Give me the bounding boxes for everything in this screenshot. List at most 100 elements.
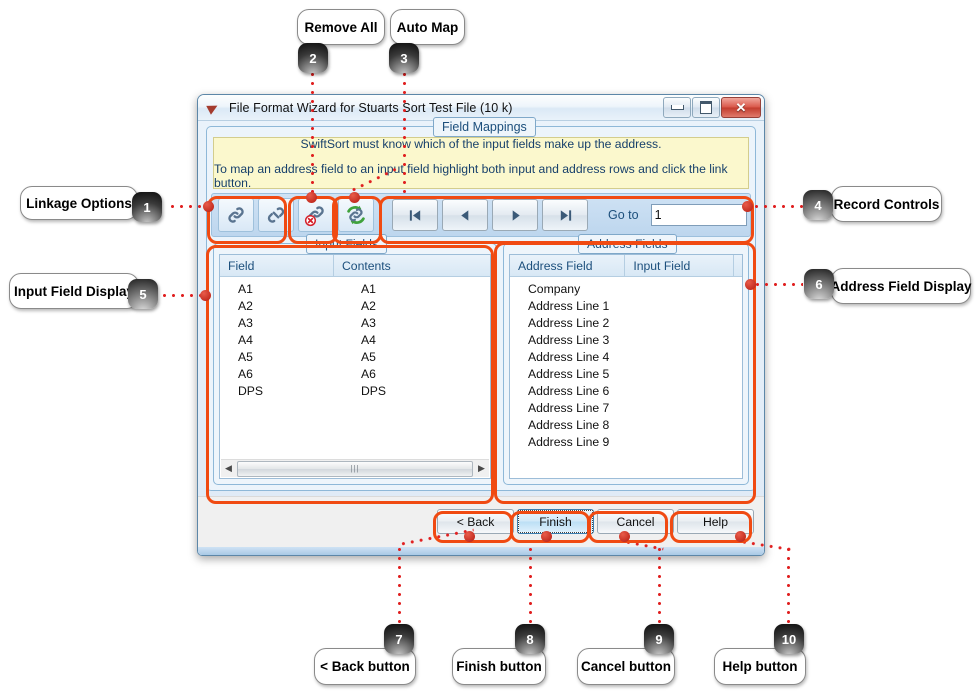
column-header-address-field: Address Field xyxy=(510,255,626,276)
callout-badge-2: 2 xyxy=(298,43,328,73)
cell-input-field xyxy=(640,399,742,416)
scroll-right-icon[interactable]: ▶ xyxy=(474,461,489,476)
first-record-icon xyxy=(409,209,420,221)
callout-label: Remove All xyxy=(304,19,378,35)
cell-address-field: Address Line 6 xyxy=(528,383,610,398)
connector-6 xyxy=(753,283,803,286)
remove-all-link-icon xyxy=(304,206,324,227)
callout-address-field-display: Address Field Display xyxy=(830,268,972,304)
previous-record-icon xyxy=(460,209,468,221)
table-row[interactable]: DPS DPS xyxy=(220,382,490,399)
unlink-icon xyxy=(267,207,285,223)
finish-button-label: Finish xyxy=(518,510,593,533)
cell-input-field xyxy=(640,416,742,433)
table-row[interactable]: Address Line 9 xyxy=(510,433,742,450)
callout-label: Linkage Options xyxy=(26,195,132,211)
app-arrow-icon xyxy=(207,101,221,115)
close-icon: ✕ xyxy=(735,99,747,115)
cell-address-field: Address Line 1 xyxy=(528,298,610,313)
table-row[interactable]: Address Line 3 xyxy=(510,331,742,348)
connector-endpoint-6 xyxy=(745,279,756,290)
connector-2 xyxy=(311,70,314,196)
maximize-button[interactable] xyxy=(692,97,720,118)
cell-address-field: Address Line 2 xyxy=(528,315,610,330)
connector-endpoint-2 xyxy=(306,192,317,203)
window-client-area: Field Mappings SwiftSort must know which… xyxy=(198,117,764,555)
input-fields-header: Field Contents xyxy=(220,255,490,277)
table-row[interactable]: Address Line 2 xyxy=(510,314,742,331)
link-button[interactable] xyxy=(218,198,254,232)
table-row[interactable]: Address Line 4 xyxy=(510,348,742,365)
table-row[interactable]: A1 A1 xyxy=(220,280,490,297)
minimize-icon xyxy=(670,105,684,110)
table-row[interactable]: Address Line 8 xyxy=(510,416,742,433)
connector-endpoint-8 xyxy=(541,531,552,542)
cell-field: A3 xyxy=(238,315,253,330)
cell-address-field: Company xyxy=(528,281,581,296)
unlink-button[interactable] xyxy=(258,198,294,232)
back-button[interactable]: < Back xyxy=(437,509,514,534)
close-button[interactable]: ✕ xyxy=(721,97,761,118)
input-fields-rows: A1 A1 A2 A2 A3 A3 A4 A4 A5 A5 A6 A6 DPS DPS xyxy=(220,277,490,399)
cell-address-field: Address Line 3 xyxy=(528,332,610,347)
connector-9 xyxy=(658,545,661,627)
last-record-button[interactable] xyxy=(542,199,588,231)
address-fields-listbox[interactable]: Address Field Input Field Company Addres… xyxy=(509,254,743,479)
table-row[interactable]: A3 A3 xyxy=(220,314,490,331)
callout-label: Input Field Display xyxy=(13,283,134,299)
callout-input-field-display: Input Field Display xyxy=(9,273,139,309)
table-row[interactable]: Address Line 5 xyxy=(510,365,742,382)
connector-8 xyxy=(529,545,532,627)
table-row[interactable]: A4 A4 xyxy=(220,331,490,348)
help-button[interactable]: Help xyxy=(677,509,754,534)
cell-contents: A6 xyxy=(361,366,376,381)
scroll-left-icon[interactable]: ◀ xyxy=(221,461,236,476)
connector-endpoint-1 xyxy=(203,201,214,212)
cell-input-field xyxy=(640,433,742,450)
cell-field: DPS xyxy=(238,383,264,398)
cell-contents: A4 xyxy=(361,332,376,347)
table-row[interactable]: Address Line 1 xyxy=(510,297,742,314)
previous-record-button[interactable] xyxy=(442,199,488,231)
callout-label: Address Field Display xyxy=(830,278,972,294)
remove-all-button[interactable] xyxy=(298,198,334,232)
table-row[interactable]: A2 A2 xyxy=(220,297,490,314)
callout-auto-map: Auto Map xyxy=(390,9,465,45)
input-fields-legend: Input Fields xyxy=(306,234,388,254)
cell-contents: A2 xyxy=(361,298,376,313)
connector-endpoint-4 xyxy=(742,201,753,212)
cell-address-field: Address Line 4 xyxy=(528,349,610,364)
table-row[interactable]: Company xyxy=(510,280,742,297)
cell-field: A1 xyxy=(238,281,253,296)
next-record-button[interactable] xyxy=(492,199,538,231)
horizontal-scrollbar[interactable]: ◀ ||| ▶ xyxy=(221,459,489,477)
cell-contents: A1 xyxy=(361,281,376,296)
cell-input-field xyxy=(640,348,742,365)
cell-field: A5 xyxy=(238,349,253,364)
minimize-button[interactable] xyxy=(663,97,691,118)
instruction-line-2: To map an address field to an input fiel… xyxy=(214,161,728,190)
address-fields-rows: Company Address Line 1 Address Line 2 Ad… xyxy=(510,277,742,450)
auto-map-button[interactable] xyxy=(338,198,374,232)
auto-map-icon xyxy=(347,205,365,225)
callout-badge-9: 9 xyxy=(644,624,674,654)
first-record-button[interactable] xyxy=(392,199,438,231)
cell-input-field xyxy=(640,314,742,331)
cell-input-field xyxy=(640,280,742,297)
scrollbar-thumb[interactable]: ||| xyxy=(237,460,473,477)
link-icon xyxy=(228,207,244,223)
table-row[interactable]: Address Line 7 xyxy=(510,399,742,416)
cell-input-field xyxy=(640,382,742,399)
cancel-button[interactable]: Cancel xyxy=(597,509,674,534)
connector-4 xyxy=(752,205,804,208)
table-row[interactable]: Address Line 6 xyxy=(510,382,742,399)
callout-badge-4: 4 xyxy=(803,190,833,220)
finish-button[interactable]: Finish xyxy=(517,509,594,534)
table-row[interactable]: A5 A5 xyxy=(220,348,490,365)
callout-label: Finish button xyxy=(456,659,542,674)
table-row[interactable]: A6 A6 xyxy=(220,365,490,382)
cell-input-field xyxy=(640,365,742,382)
input-fields-listbox[interactable]: Field Contents A1 A1 A2 A2 A3 A3 A4 A4 A5 A5 … xyxy=(219,254,491,479)
goto-input[interactable]: 1 xyxy=(650,204,747,226)
cell-field: A4 xyxy=(238,332,253,347)
